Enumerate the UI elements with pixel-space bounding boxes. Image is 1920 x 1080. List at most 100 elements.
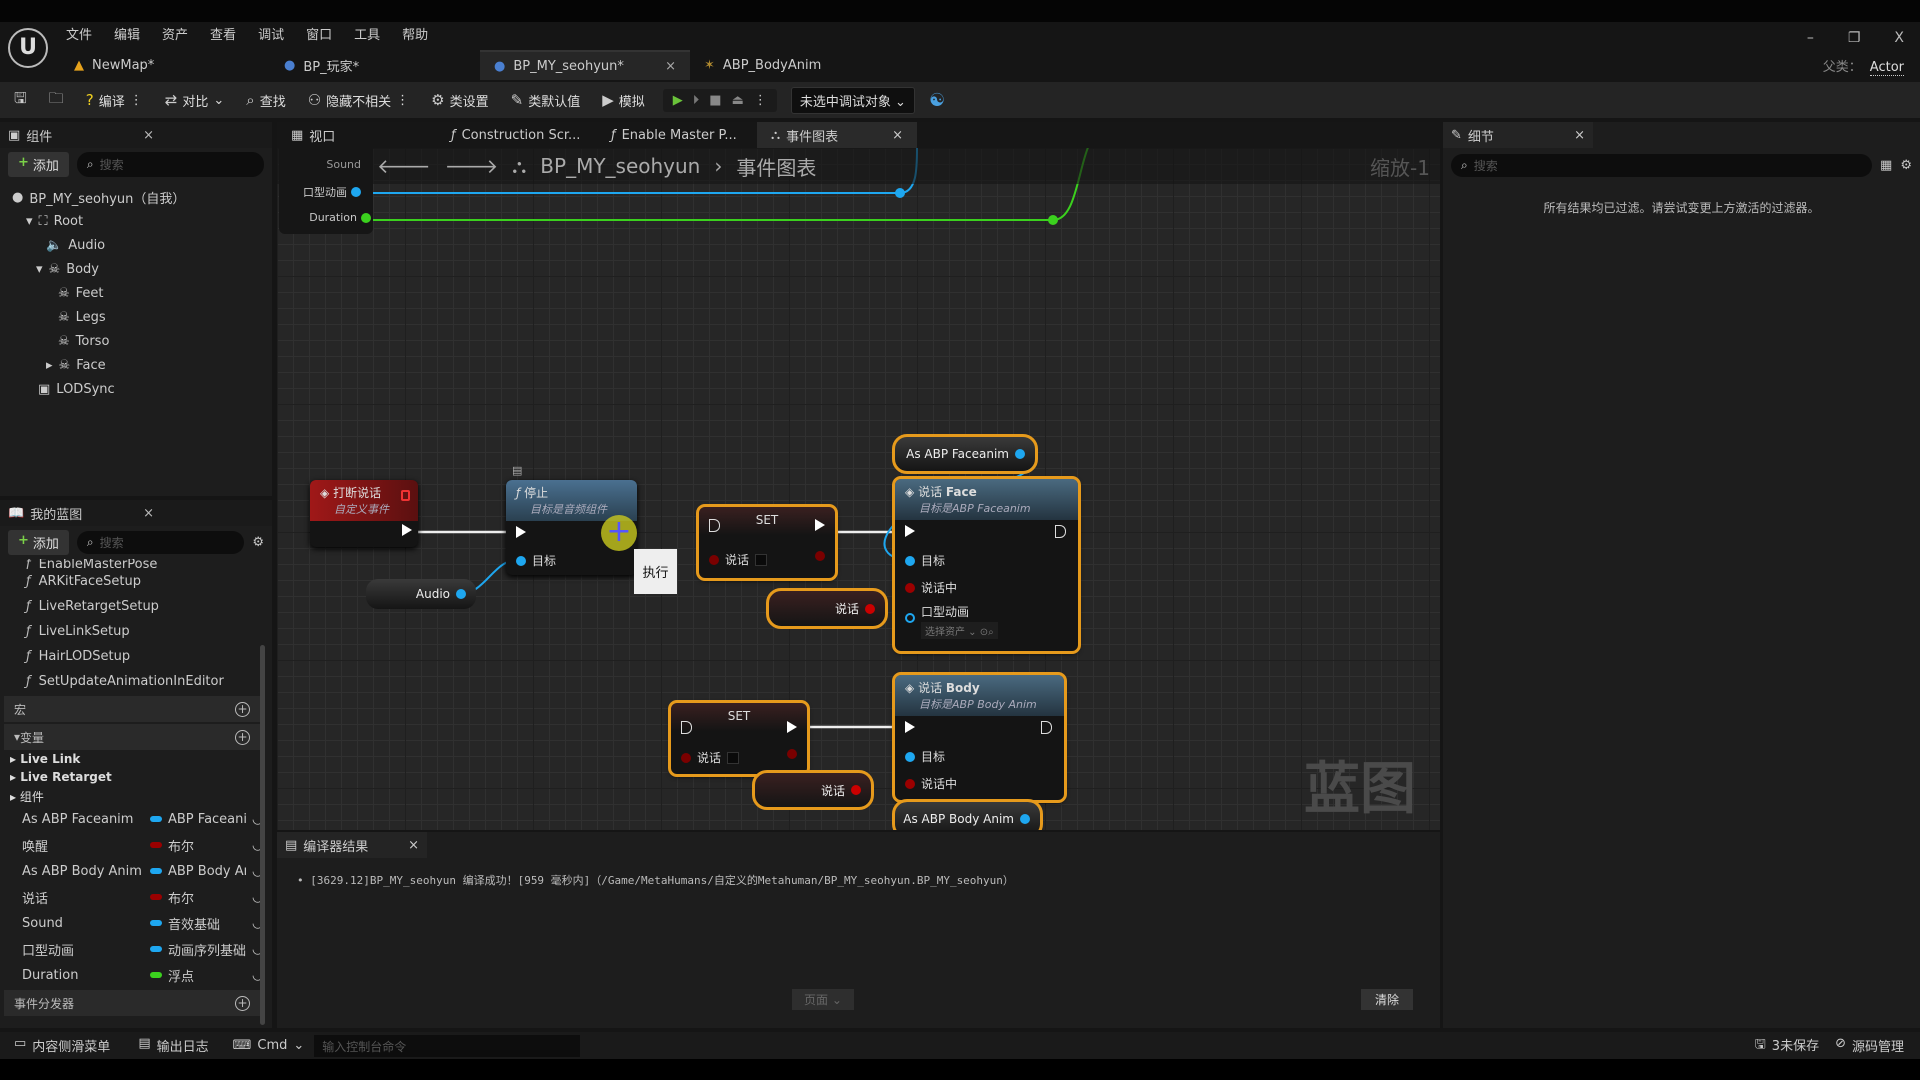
back-icon[interactable]: 🡐 [377,154,431,178]
output-pin[interactable] [865,603,875,614]
pin-duration[interactable] [361,212,371,223]
pin-lipsync[interactable] [351,187,361,197]
source-icon[interactable]: ☯ [929,90,945,111]
restore-button[interactable]: ❐ [1848,30,1861,46]
compiler-results-tab[interactable]: ▤ 编译器结果 × [277,832,427,858]
tab-bp-player[interactable]: ● BP_玩家* [270,50,480,80]
table-view-icon[interactable]: ▦ [1880,158,1892,173]
variable-item[interactable]: Sound 音效基础 ◡ [0,910,272,936]
blueprint-search-input[interactable]: ⌕ 搜索 [76,531,245,554]
asset-picker[interactable]: 选择资产 ⌄ ⊙⌕ [921,622,998,639]
talking-pin[interactable] [905,778,915,789]
function-item[interactable]: ƒ ARKitFaceSetup [0,569,272,594]
bool-checkbox[interactable] [755,553,768,566]
tab-construction-script[interactable]: ƒ Construction Scr... [437,122,597,148]
tree-item-audio[interactable]: 🔈 Audio [12,233,272,257]
variable-type[interactable]: 布尔 [168,836,246,855]
menu-window[interactable]: 窗口 [306,24,332,43]
more-icon[interactable]: ⋮ [754,93,767,108]
breadcrumb-root[interactable]: BP_MY_seohyun [540,154,700,178]
gear-icon[interactable]: ⚙ [1900,158,1912,173]
dispatchers-section[interactable]: 事件分发器 + [4,990,260,1016]
variable-item[interactable]: 唤醒 布尔 ◡ [0,832,272,858]
output-log-button[interactable]: ▤ 输出日志 [124,1036,222,1055]
function-item[interactable]: ƒ EnableMasterPose [0,559,272,569]
exec-out-pin[interactable] [815,519,825,531]
tab-abp-bodyanim[interactable]: ✶ ABP_BodyAnim [690,50,900,80]
expand-icon[interactable]: ▸ [46,358,53,373]
variable-item[interactable]: As ABP Body AnimABP Body Anim◡ [0,858,272,884]
function-item[interactable]: ƒ LiveRetargetSetup [0,594,272,619]
content-drawer-button[interactable]: ▭ 内容侧滑菜单 [0,1036,124,1055]
close-panel-icon[interactable]: × [143,128,154,143]
exec-in-pin[interactable] [905,525,915,537]
tab-newmap[interactable]: ▲ NewMap* [60,50,270,80]
bool-checkbox[interactable] [727,751,740,764]
output-pin[interactable] [456,589,466,599]
tree-item-self[interactable]: ● BP_MY_seohyun（自我） [12,185,272,209]
unsaved-button[interactable]: 🖫 3未保存 [1743,1035,1831,1057]
variable-type[interactable]: ABP Faceanim [168,812,246,827]
output-pin[interactable] [851,785,861,795]
target-pin[interactable] [516,555,526,566]
more-icon[interactable]: ⋮ [130,93,143,108]
gear-icon[interactable]: ⚙ [252,535,264,550]
source-control-button[interactable]: ⊘ 源码管理 [1831,1036,1920,1055]
menu-file[interactable]: 文件 [66,24,92,43]
macros-section[interactable]: 宏 + [4,696,260,722]
exec-in-pin[interactable] [905,721,915,733]
tree-item-legs[interactable]: ☠ Legs [12,305,272,329]
tree-item-torso[interactable]: ☠ Torso [12,329,272,353]
comment-icon[interactable]: ▤ [512,464,522,477]
exec-out-pin[interactable] [402,524,412,536]
add-dispatcher-icon[interactable]: + [235,995,250,1011]
forward-icon[interactable]: 🡒 [445,154,499,178]
page-dropdown[interactable]: 页面 ⌄ [792,989,854,1010]
stop-function-node[interactable]: ƒ 停止 目标是音频组件 目标 + [506,480,637,575]
browse-button[interactable]: 🗀 [45,88,68,113]
step-icon[interactable]: ⏵ [693,93,700,108]
eject-icon[interactable]: ⏏ [732,93,744,108]
exec-in-pin[interactable] [516,526,526,538]
talking-pin[interactable] [905,582,915,593]
tab-event-graph[interactable]: ⛬ 事件图表 × [757,122,917,148]
talk-body-node[interactable]: ◈ 说话 Body 目标是ABP Body Anim 目标 说话中 [892,672,1067,803]
minimize-button[interactable]: – [1807,30,1814,46]
variable-type[interactable]: 布尔 [168,888,246,907]
menu-debug[interactable]: 调试 [258,24,284,43]
exec-in-pin[interactable] [681,721,692,734]
details-search-input[interactable]: ⌕ 搜索 [1451,154,1873,177]
more-icon[interactable]: ⋮ [396,93,409,108]
var-group[interactable]: ▸ Live Retarget [0,770,272,788]
bodyanim-getter-node[interactable]: As ABP Body Anim [892,799,1043,830]
unreal-logo[interactable]: U [8,28,48,68]
close-panel-icon[interactable]: × [1574,128,1585,143]
variable-getter-node[interactable]: Sound 口型动画 Duration [279,148,373,234]
target-pin[interactable] [905,555,915,566]
talk-face-node[interactable]: ◈ 说话 Face 目标是ABP Faceanim 目标 说话中 口型动画 选择资产… [892,476,1081,654]
compile-button[interactable]: ? 编译 ⋮ [82,91,147,110]
tree-item-body[interactable]: ▾ ☠ Body [12,257,272,281]
expand-icon[interactable]: ▾ [36,262,43,277]
output-pin[interactable] [1020,814,1030,824]
function-item[interactable]: ƒ HairLODSetup [0,644,272,669]
add-component-button[interactable]: + 添加 [8,152,69,177]
bool-in-pin[interactable] [709,554,719,565]
exec-out-pin[interactable] [1041,721,1052,734]
event-graph-canvas[interactable]: 🡐 🡒 ⛬ BP_MY_seohyun › 事件图表 缩放-1 Sound 口型动画 D… [277,148,1440,830]
console-input[interactable]: 输入控制台命令 [314,1034,581,1057]
variable-type[interactable]: ABP Body Anim [168,864,246,879]
lipsync-pin[interactable] [905,613,915,623]
menu-asset[interactable]: 资产 [162,24,188,43]
set-talking-node[interactable]: SET 说话 [696,504,838,581]
variables-section[interactable]: ▾ 变量 + [4,724,260,750]
add-macro-icon[interactable]: + [235,701,250,717]
simulate-button[interactable]: ▶ 模拟 [598,91,649,110]
play-icon[interactable]: ▶ [673,93,683,108]
menu-help[interactable]: 帮助 [402,24,428,43]
var-group[interactable]: ▸ 组件 [0,788,272,806]
set-talking-node[interactable]: SET 说话 [668,700,810,777]
class-defaults-button[interactable]: ✎ 类默认值 [507,91,585,110]
target-pin[interactable] [905,751,915,762]
menu-view[interactable]: 查看 [210,24,236,43]
